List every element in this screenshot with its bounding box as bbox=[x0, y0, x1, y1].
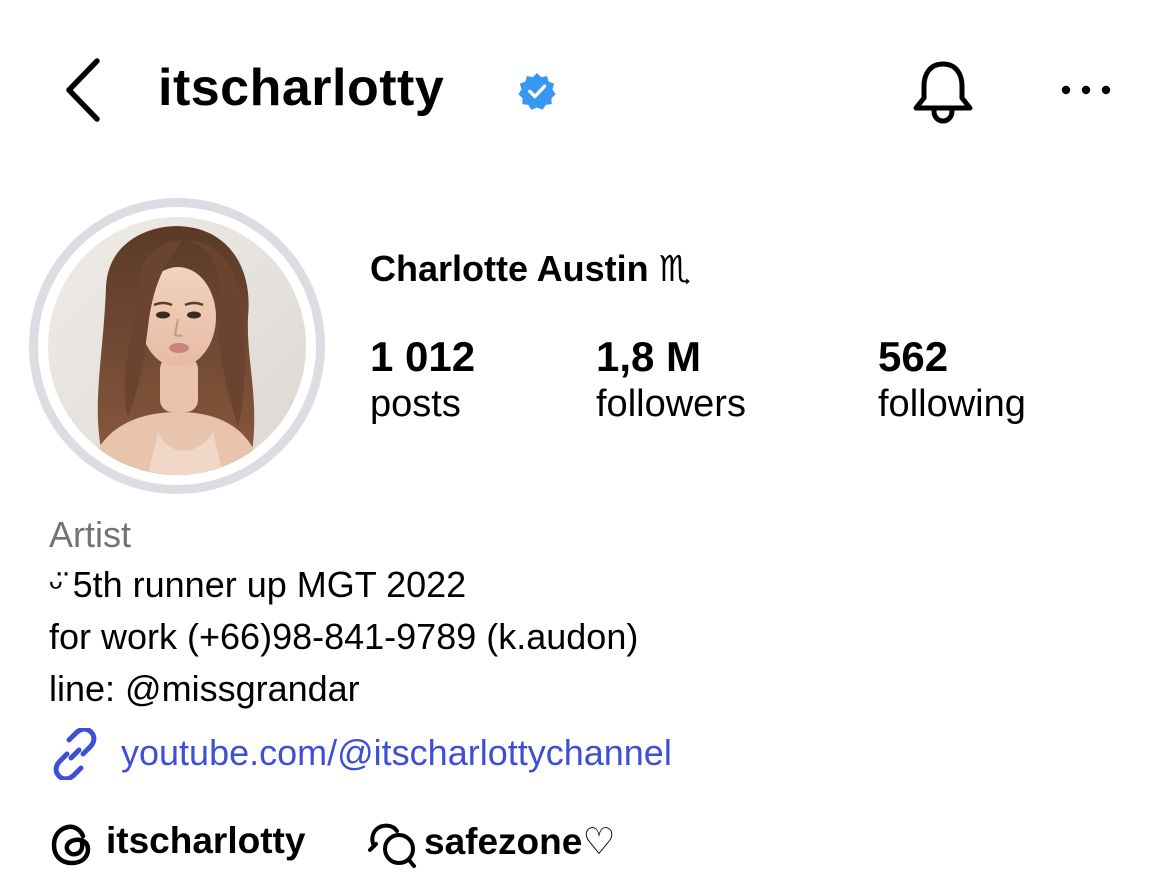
broadcast-channel-name[interactable]: safezone♡ bbox=[424, 820, 616, 863]
threads-icon bbox=[50, 822, 96, 868]
bio-line: ᵕ̈ 5th runner up MGT 2022 bbox=[49, 564, 467, 605]
profile-display-name: Charlotte Austin ♏ bbox=[370, 248, 691, 290]
broadcast-channel-icon bbox=[368, 822, 418, 868]
verified-badge-icon bbox=[518, 72, 556, 110]
stat-followers[interactable]: 1,8 M followers bbox=[596, 333, 746, 426]
bio-line[interactable]: for work (+66)98-841-9789 (k.audon) bbox=[49, 616, 638, 658]
name-emoji: ♏ bbox=[658, 249, 691, 290]
avatar-photo bbox=[48, 217, 306, 475]
stat-following-label: following bbox=[878, 383, 1026, 425]
threads-handle[interactable]: itscharlotty bbox=[106, 820, 305, 862]
link-icon bbox=[49, 726, 101, 782]
profile-category: Artist bbox=[49, 514, 132, 555]
stat-posts-label: posts bbox=[370, 383, 461, 425]
stat-followers-value: 1,8 M bbox=[596, 333, 702, 380]
stat-followers-label: followers bbox=[596, 383, 746, 425]
chevron-left-icon bbox=[66, 58, 100, 122]
profile-username-title: itscharlotty bbox=[158, 59, 445, 117]
stat-posts[interactable]: 1 012 posts bbox=[370, 333, 475, 426]
bell-icon bbox=[913, 61, 973, 124]
profile-link[interactable]: youtube.com/@itscharlottychannel bbox=[121, 732, 672, 774]
profile-avatar[interactable] bbox=[29, 198, 325, 494]
stat-following-value: 562 bbox=[878, 333, 949, 380]
more-horizontal-icon bbox=[1061, 85, 1111, 95]
back-button[interactable] bbox=[55, 55, 115, 125]
display-name-text: Charlotte Austin bbox=[370, 248, 649, 289]
more-options-button[interactable] bbox=[1056, 70, 1116, 110]
stat-following[interactable]: 562 following bbox=[878, 333, 1026, 426]
bio-line: line: @missgrandar bbox=[49, 668, 360, 709]
notifications-button[interactable] bbox=[908, 56, 978, 126]
stat-posts-value: 1 012 bbox=[370, 333, 476, 380]
